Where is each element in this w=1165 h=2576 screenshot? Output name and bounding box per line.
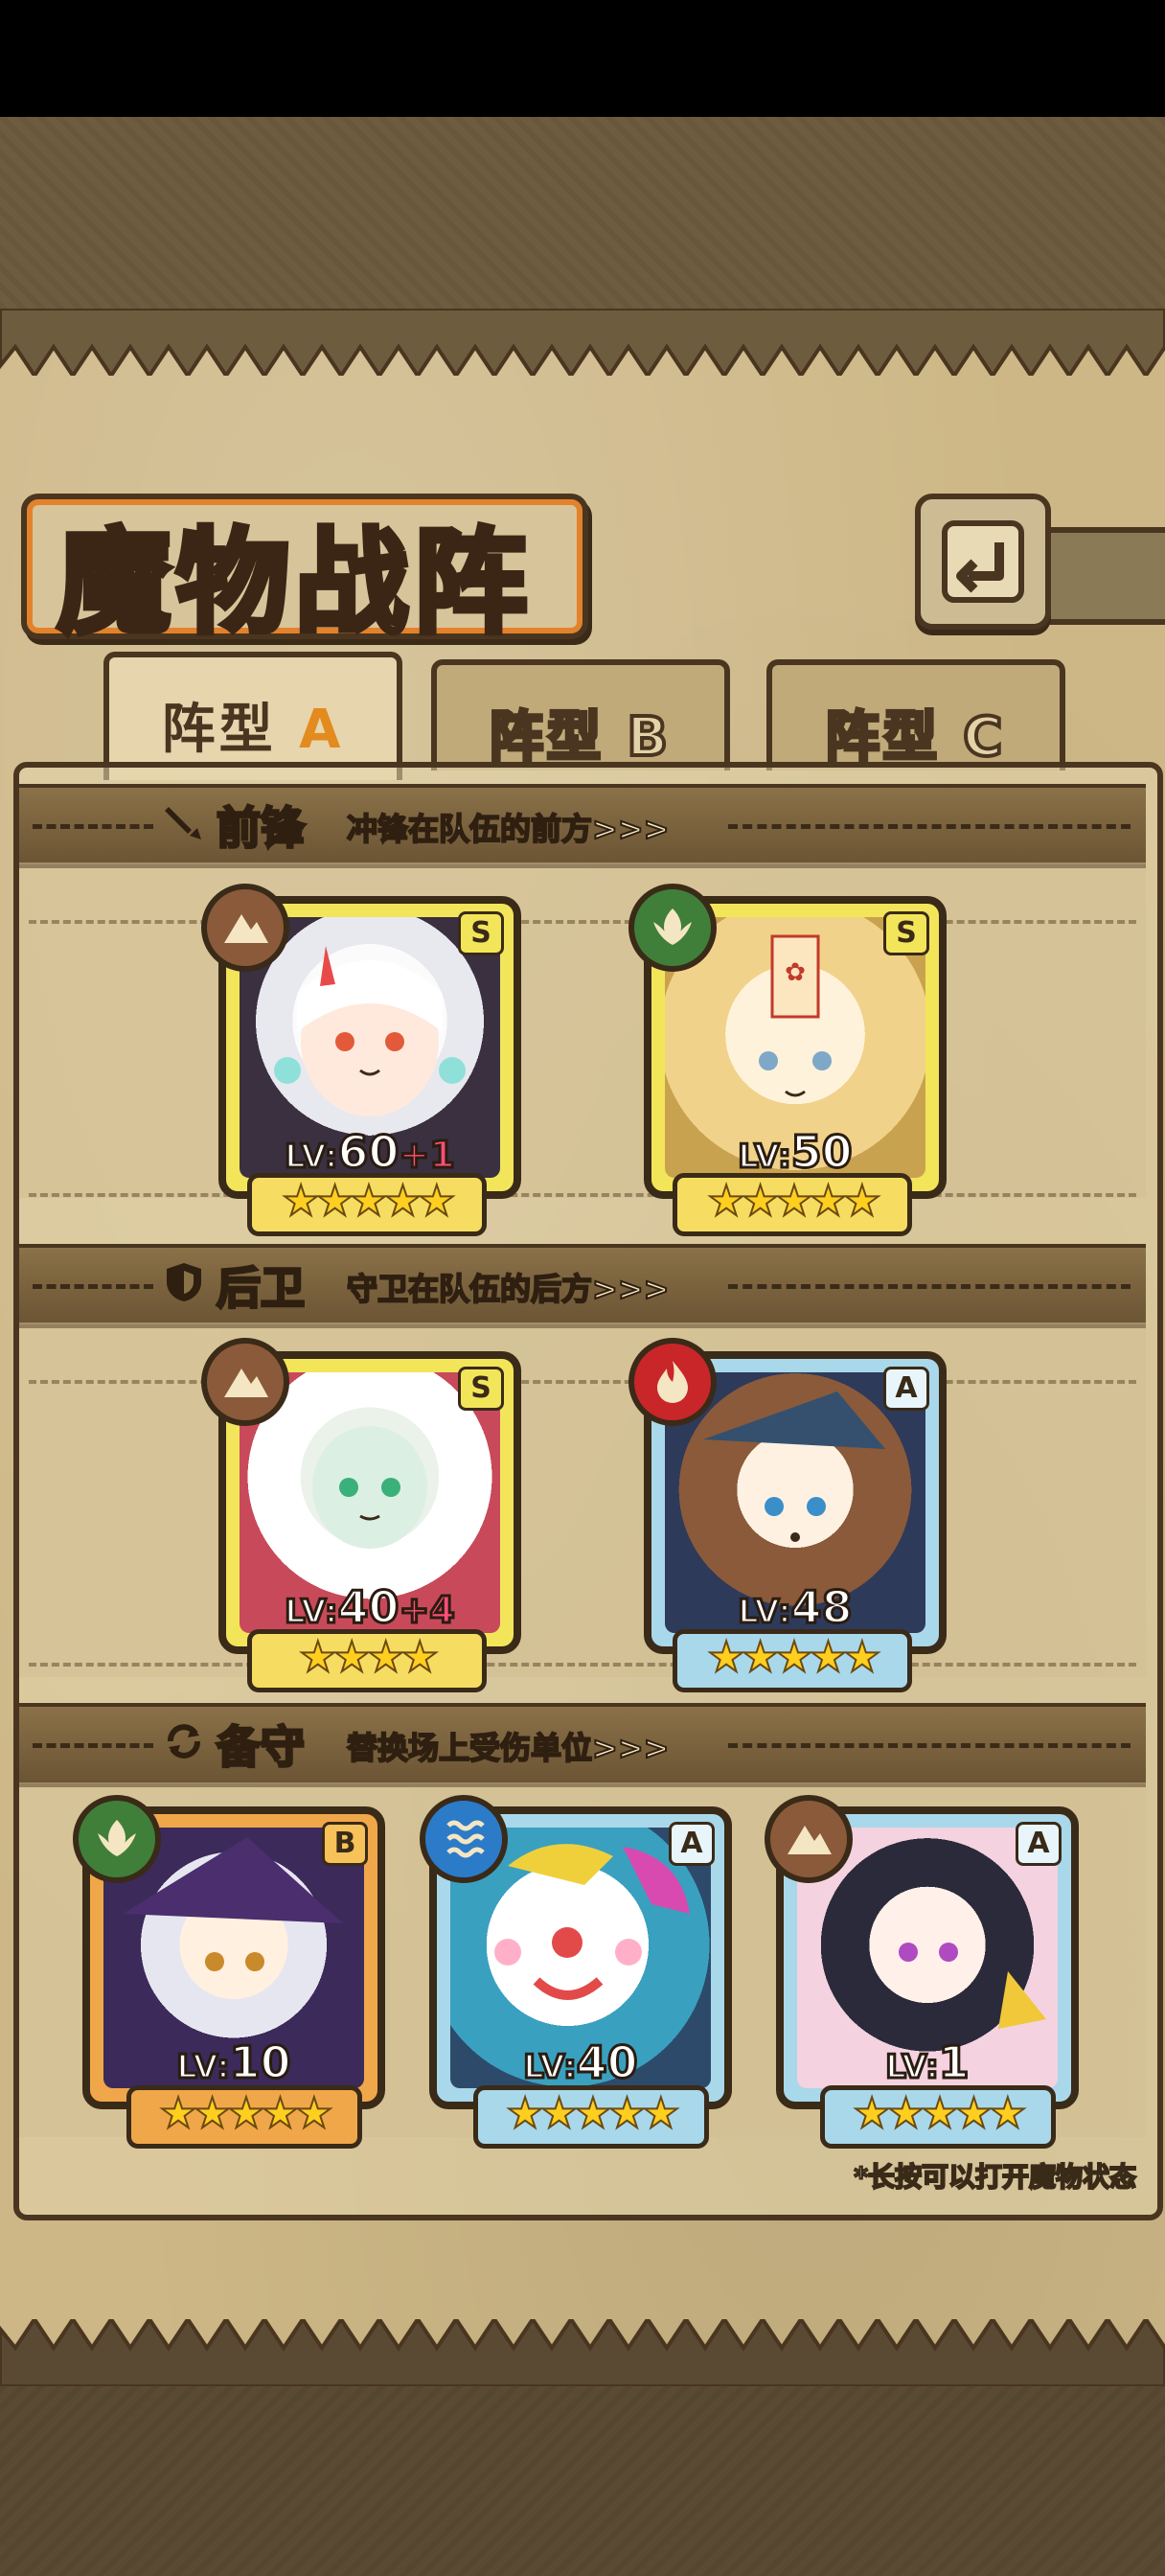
section-title: 前锋 bbox=[216, 801, 307, 856]
star-rating: ★★★★ bbox=[298, 1633, 440, 1682]
back-row bbox=[19, 1322, 1146, 1677]
star-rating: ★★★★★ bbox=[852, 2089, 1027, 2138]
element-badge bbox=[628, 884, 717, 972]
rank-badge: A bbox=[883, 1367, 929, 1411]
level-value: 40 bbox=[336, 1580, 400, 1635]
bottom-map-strip bbox=[0, 2377, 1165, 2576]
star-bar: ★★★★ bbox=[247, 1629, 487, 1692]
tab-label: 阵型 bbox=[488, 704, 605, 770]
rank-badge: B bbox=[322, 1822, 368, 1866]
star-rating: ★★★★★ bbox=[706, 1633, 881, 1682]
star-bar: ★★★★★ bbox=[820, 2085, 1056, 2149]
section-subtitle: 守卫在队伍的后方>>> bbox=[346, 1270, 670, 1308]
element-badge bbox=[73, 1795, 161, 1883]
leaf-element-icon bbox=[98, 1820, 136, 1856]
back-arrow-icon bbox=[942, 520, 1024, 603]
level-label: LV:60+1 bbox=[226, 1125, 514, 1180]
star-rating: ★★★★★ bbox=[158, 2089, 333, 2138]
level-value: 48 bbox=[789, 1580, 854, 1635]
level-label: LV:40 bbox=[437, 2036, 724, 2090]
top-map-strip bbox=[0, 117, 1165, 309]
star-bar: ★★★★★ bbox=[673, 1629, 912, 1692]
rank-badge: S bbox=[883, 911, 929, 955]
section-subtitle: 冲锋在队伍的前方>>> bbox=[346, 810, 670, 848]
section-title: 后卫 bbox=[216, 1261, 307, 1316]
level-plus: +4 bbox=[398, 1588, 456, 1633]
level-value: 40 bbox=[575, 2036, 639, 2090]
tab-label: 阵型 bbox=[161, 699, 277, 761]
shield-icon bbox=[167, 1263, 201, 1301]
level-tag: LV: bbox=[884, 2047, 940, 2088]
rank-badge: S bbox=[458, 911, 504, 955]
star-rating: ★★★★★ bbox=[505, 2089, 680, 2138]
section-header-front: 前锋 冲锋在队伍的前方>>> bbox=[19, 784, 1146, 868]
level-tag: LV: bbox=[284, 1137, 339, 1178]
front-row bbox=[19, 862, 1146, 1198]
tab-formation-b[interactable]: 阵型 B bbox=[431, 659, 730, 770]
level-plus: +1 bbox=[398, 1133, 456, 1178]
sword-icon bbox=[165, 807, 201, 840]
earth-element-icon bbox=[224, 1368, 268, 1397]
level-tag: LV: bbox=[522, 2047, 578, 2088]
tab-formation-c[interactable]: 阵型 C bbox=[766, 659, 1065, 770]
rank-badge: S bbox=[458, 1367, 504, 1411]
star-bar: ★★★★★ bbox=[473, 2085, 709, 2149]
level-tag: LV: bbox=[284, 1592, 339, 1633]
section-header-back: 后卫 守卫在队伍的后方>>> bbox=[19, 1244, 1146, 1328]
tab-letter: B bbox=[625, 704, 673, 770]
water-element-icon bbox=[446, 1820, 485, 1858]
level-value: 60 bbox=[336, 1125, 400, 1180]
game-screen: 魔物战阵 阵型 A 阵型 B 阵型 C 前锋 冲锋在队伍的前方>>> 后卫 守卫… bbox=[0, 0, 1165, 2576]
star-bar: ★★★★★ bbox=[673, 1173, 912, 1236]
section-header-reserve: 备守 替换场上受伤单位>>> bbox=[19, 1703, 1146, 1787]
page-title: 魔物战阵 bbox=[55, 513, 534, 652]
fire-element-icon bbox=[657, 1361, 688, 1403]
earth-element-icon bbox=[788, 1826, 832, 1854]
section-subtitle: 替换场上受伤单位>>> bbox=[346, 1729, 670, 1767]
panel-zigzag-bottom bbox=[0, 2319, 1165, 2386]
star-bar: ★★★★★ bbox=[247, 1173, 487, 1236]
element-badge bbox=[765, 1795, 853, 1883]
tab-label: 阵型 bbox=[824, 704, 941, 770]
leaf-element-icon bbox=[653, 908, 692, 945]
back-button[interactable] bbox=[915, 494, 1051, 630]
swap-icon bbox=[168, 1724, 200, 1759]
earth-element-icon bbox=[224, 914, 268, 943]
level-label: LV:50 bbox=[651, 1125, 939, 1180]
element-badge bbox=[201, 884, 289, 972]
svg-text:✿: ✿ bbox=[785, 958, 806, 987]
star-rating: ★★★★★ bbox=[281, 1177, 456, 1226]
tab-letter: C bbox=[961, 704, 1007, 770]
level-tag: LV: bbox=[175, 2047, 231, 2088]
element-badge bbox=[420, 1795, 508, 1883]
long-press-hint: *长按可以打开魔物状态 bbox=[853, 2160, 1137, 2194]
tab-letter: A bbox=[299, 699, 345, 761]
back-button-bar bbox=[1039, 527, 1165, 625]
element-badge bbox=[201, 1338, 289, 1426]
tab-formation-a[interactable]: 阵型 A bbox=[103, 652, 402, 780]
level-label: LV:10 bbox=[90, 2036, 377, 2090]
level-tag: LV: bbox=[737, 1137, 792, 1178]
level-label: LV:1 bbox=[784, 2036, 1071, 2090]
element-badge bbox=[628, 1338, 717, 1426]
level-label: LV:48 bbox=[651, 1580, 939, 1635]
panel-zigzag-top bbox=[0, 309, 1165, 376]
level-tag: LV: bbox=[737, 1592, 792, 1633]
rank-badge: A bbox=[669, 1822, 715, 1866]
rank-badge: A bbox=[1016, 1822, 1062, 1866]
level-value: 50 bbox=[789, 1125, 854, 1180]
star-rating: ★★★★★ bbox=[706, 1177, 881, 1226]
level-value: 1 bbox=[937, 2036, 971, 2090]
section-title: 备守 bbox=[216, 1720, 307, 1775]
level-label: LV:40+4 bbox=[226, 1580, 514, 1635]
star-bar: ★★★★★ bbox=[126, 2085, 362, 2149]
level-value: 10 bbox=[228, 2036, 292, 2090]
